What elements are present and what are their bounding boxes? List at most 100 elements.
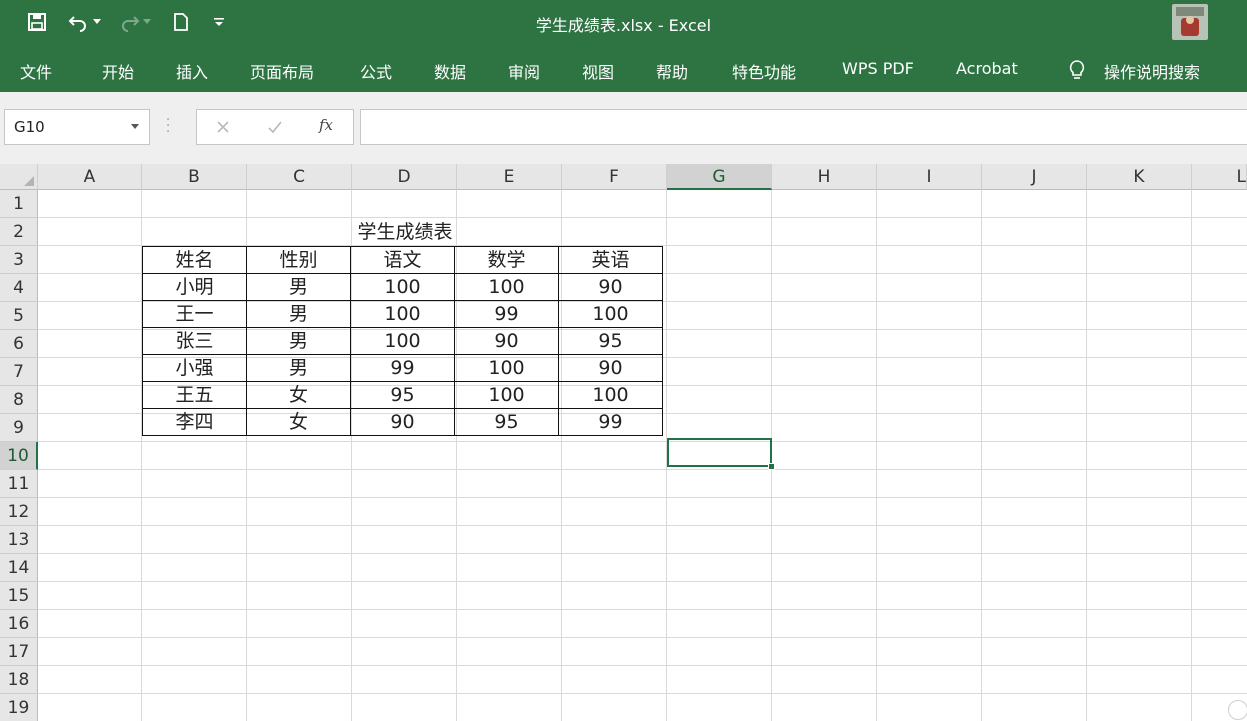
row-header-17[interactable]: 17 [0,638,38,666]
table-cell[interactable]: 99 [558,408,663,436]
redo-icon[interactable] [116,10,142,34]
table-cell[interactable]: 90 [350,408,455,436]
table-cell[interactable]: 100 [454,273,559,301]
table-cell[interactable]: 王一 [142,300,247,328]
select-all-button[interactable] [0,164,38,190]
tab-acrobat[interactable]: Acrobat [956,59,1018,78]
name-box[interactable]: G10 [4,109,150,145]
column-header-j[interactable]: J [982,164,1087,190]
row-header-1[interactable]: 1 [0,190,38,218]
column-header-c[interactable]: C [247,164,352,190]
tab-formulas[interactable]: 公式 [360,59,392,83]
table-cell[interactable]: 90 [558,273,663,301]
table-cell[interactable]: 语文 [350,246,455,274]
tab-view[interactable]: 视图 [582,59,614,83]
table-cell[interactable]: 小明 [142,273,247,301]
table-cell[interactable]: 100 [350,273,455,301]
row-header-2[interactable]: 2 [0,218,38,246]
undo-icon[interactable] [66,10,92,34]
active-cell-selection[interactable] [667,438,772,467]
column-header-f[interactable]: F [562,164,667,190]
table-cell[interactable]: 90 [454,327,559,355]
table-cell[interactable]: 姓名 [142,246,247,274]
column-header-d[interactable]: D [352,164,457,190]
row-header-14[interactable]: 14 [0,554,38,582]
user-avatar[interactable] [1172,4,1208,40]
table-cell[interactable]: 99 [454,300,559,328]
table-cell[interactable]: 男 [246,327,351,355]
fill-handle[interactable] [768,463,775,470]
undo-dropdown-icon[interactable] [90,10,104,34]
column-header-h[interactable]: H [772,164,877,190]
column-header-e[interactable]: E [457,164,562,190]
table-cell[interactable]: 英语 [558,246,663,274]
table-cell[interactable]: 100 [350,300,455,328]
column-header-g[interactable]: G [667,164,772,190]
tab-file[interactable]: 文件 [20,59,52,83]
table-cell[interactable]: 性别 [246,246,351,274]
save-icon[interactable] [24,10,50,34]
lightbulb-icon[interactable] [1068,59,1086,81]
table-cell[interactable]: 李四 [142,408,247,436]
row-header-6[interactable]: 6 [0,330,38,358]
formula-input[interactable] [360,109,1247,145]
tab-wps-pdf[interactable]: WPS PDF [842,59,914,78]
table-cell[interactable]: 王五 [142,381,247,409]
row-header-10[interactable]: 10 [0,442,38,470]
table-cell[interactable]: 100 [558,381,663,409]
row-header-3[interactable]: 3 [0,246,38,274]
row-header-19[interactable]: 19 [0,694,38,721]
tab-home[interactable]: 开始 [102,59,134,83]
table-cell[interactable]: 100 [454,381,559,409]
cancel-icon[interactable] [211,116,235,138]
row-header-15[interactable]: 15 [0,582,38,610]
table-cell[interactable]: 95 [454,408,559,436]
table-cell[interactable]: 数学 [454,246,559,274]
table-cell[interactable]: 男 [246,300,351,328]
tell-me-search[interactable]: 操作说明搜索 [1104,59,1200,83]
table-cell[interactable]: 95 [350,381,455,409]
table-cell[interactable]: 小强 [142,354,247,382]
sheet-title-cell[interactable]: 学生成绩表 [142,218,668,246]
column-header-k[interactable]: K [1087,164,1192,190]
insert-function-button[interactable]: fx [319,116,333,134]
row-header-12[interactable]: 12 [0,498,38,526]
row-header-11[interactable]: 11 [0,470,38,498]
tab-data[interactable]: 数据 [434,59,466,83]
table-cell[interactable]: 95 [558,327,663,355]
row-header-4[interactable]: 4 [0,274,38,302]
table-cell[interactable]: 99 [350,354,455,382]
redo-dropdown-icon[interactable] [140,10,154,34]
table-cell[interactable]: 100 [454,354,559,382]
column-header-b[interactable]: B [142,164,247,190]
table-cell[interactable]: 100 [558,300,663,328]
row-header-16[interactable]: 16 [0,610,38,638]
row-header-8[interactable]: 8 [0,386,38,414]
check-icon[interactable] [263,116,287,138]
table-cell[interactable]: 男 [246,273,351,301]
customize-toolbar-icon[interactable] [210,10,228,34]
chevron-down-icon[interactable] [131,124,139,129]
table-cell[interactable]: 90 [558,354,663,382]
column-header-a[interactable]: A [38,164,142,190]
row-header-5[interactable]: 5 [0,302,38,330]
column-header-i[interactable]: I [877,164,982,190]
scroll-indicator-icon[interactable] [1228,700,1247,720]
table-cell[interactable]: 100 [350,327,455,355]
column-header-l[interactable]: L [1192,164,1247,190]
new-file-icon[interactable] [168,10,194,34]
tab-special[interactable]: 特色功能 [732,59,796,83]
tab-page-layout[interactable]: 页面布局 [250,59,314,83]
tab-review[interactable]: 审阅 [508,59,540,83]
table-cell[interactable]: 女 [246,408,351,436]
drag-handle-icon[interactable]: · · · [166,114,170,139]
tab-help[interactable]: 帮助 [656,59,688,83]
row-header-18[interactable]: 18 [0,666,38,694]
row-header-13[interactable]: 13 [0,526,38,554]
table-cell[interactable]: 男 [246,354,351,382]
tab-insert[interactable]: 插入 [176,59,208,83]
row-header-7[interactable]: 7 [0,358,38,386]
table-cell[interactable]: 女 [246,381,351,409]
row-header-9[interactable]: 9 [0,414,38,442]
table-cell[interactable]: 张三 [142,327,247,355]
